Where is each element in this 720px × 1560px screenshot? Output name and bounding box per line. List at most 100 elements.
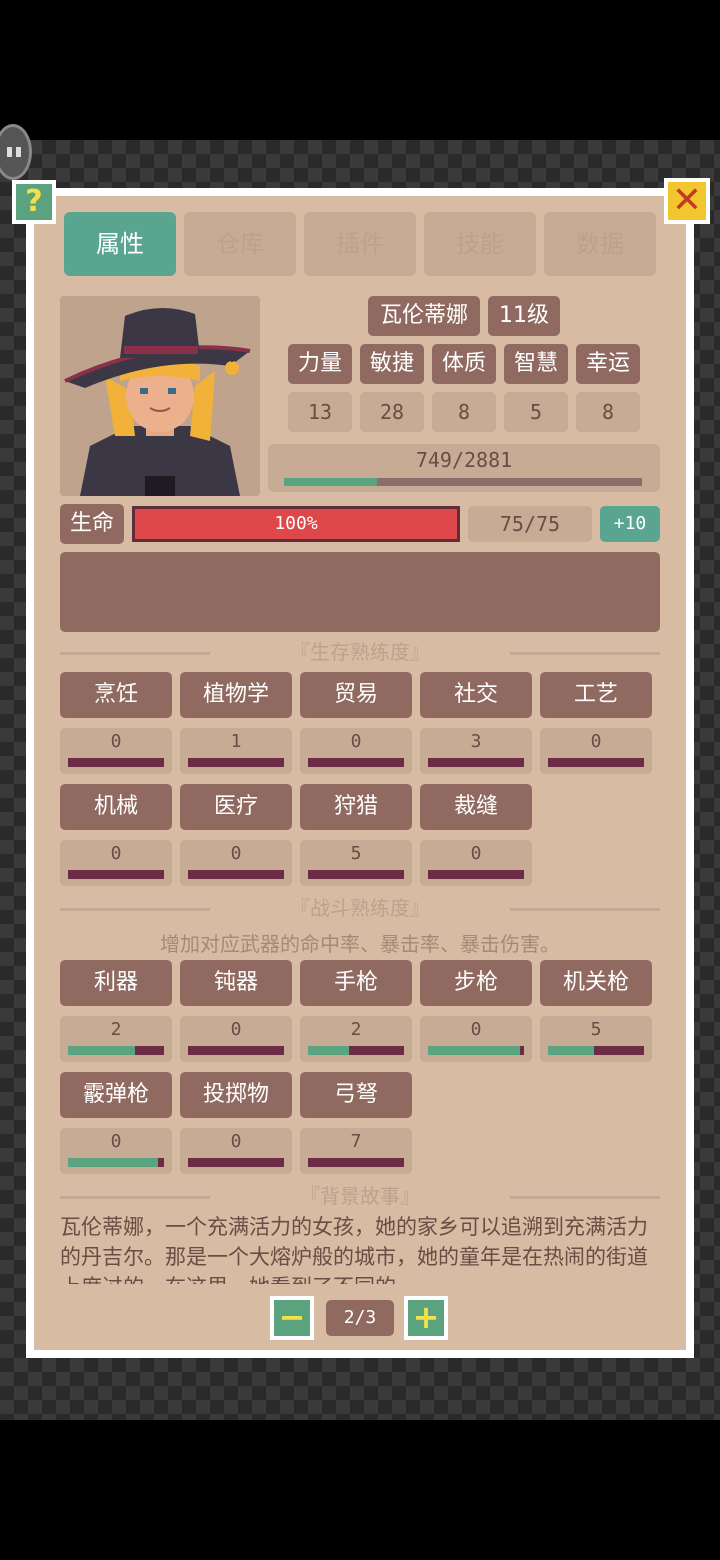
help-button[interactable]: ? — [12, 180, 56, 224]
survival-skill-value-box: 3 — [420, 728, 532, 774]
survival-skill-value-box: 0 — [540, 728, 652, 774]
combat-skill-value-box: 0 — [180, 1128, 292, 1174]
survival-skill-label[interactable]: 工艺 — [540, 672, 652, 718]
combat-skill-progress-bar — [68, 1046, 164, 1055]
combat-skill-label[interactable]: 利器 — [60, 960, 172, 1006]
combat-skill-value: 7 — [350, 1131, 362, 1152]
attr-value-wisdom: 5 — [504, 392, 568, 432]
survival-skill-progress-bar — [548, 758, 644, 767]
attr-value-agility: 28 — [360, 392, 424, 432]
survival-skill-value: 1 — [230, 731, 242, 752]
survival-skill-label[interactable]: 社交 — [420, 672, 532, 718]
survival-skill-value: 0 — [110, 843, 122, 864]
survival-skill-progress-bar — [308, 758, 404, 767]
survival-skill-label[interactable]: 贸易 — [300, 672, 412, 718]
health-bar: 100% — [132, 506, 460, 542]
combat-skill-label[interactable]: 机关枪 — [540, 960, 652, 1006]
combat-skill-progress-bar — [428, 1046, 524, 1055]
survival-skill-value: 0 — [590, 731, 602, 752]
tab-plugins[interactable]: 插件 — [304, 212, 416, 276]
combat-skill-value: 2 — [110, 1019, 122, 1040]
survival-skill-value: 5 — [350, 843, 362, 864]
experience-bar — [284, 478, 642, 486]
health-bonus: +10 — [600, 506, 660, 542]
close-button[interactable]: ✕ — [664, 178, 710, 224]
tab-storage[interactable]: 仓库 — [184, 212, 296, 276]
combat-skill-value: 2 — [350, 1019, 362, 1040]
survival-skill-progress-bar — [68, 758, 164, 767]
combat-skill-value-box: 5 — [540, 1016, 652, 1062]
close-icon: ✕ — [668, 182, 706, 220]
survival-skill-value: 0 — [110, 731, 122, 752]
combat-skill-progress-bar — [308, 1158, 404, 1167]
survival-skill-value-box: 0 — [60, 728, 172, 774]
survival-skill-label[interactable]: 狩猎 — [300, 784, 412, 830]
background-story-text[interactable]: 瓦伦蒂娜，一个充满活力的女孩，她的家乡可以追溯到充满活力的丹吉尔。那是一个大熔炉… — [60, 1212, 660, 1284]
combat-skill-progress-bar — [308, 1046, 404, 1055]
plus-icon: + — [408, 1300, 444, 1336]
combat-skill-value-box: 7 — [300, 1128, 412, 1174]
combat-skill-label[interactable]: 弓弩 — [300, 1072, 412, 1118]
attr-value-strength: 13 — [288, 392, 352, 432]
combat-title: 『战斗熟练度』 — [290, 896, 430, 920]
survival-skill-label[interactable]: 医疗 — [180, 784, 292, 830]
combat-skill-progress-fill — [68, 1046, 135, 1055]
combat-skill-label[interactable]: 钝器 — [180, 960, 292, 1006]
attr-label-luck: 幸运 — [576, 344, 640, 384]
combat-skill-value-box: 0 — [60, 1128, 172, 1174]
combat-skill-progress-fill — [548, 1046, 594, 1055]
combat-skill-progress-bar — [188, 1158, 284, 1167]
combat-skill-value-box: 2 — [60, 1016, 172, 1062]
tab-attributes[interactable]: 属性 — [64, 212, 176, 276]
survival-skill-progress-bar — [188, 758, 284, 767]
combat-skill-progress-fill — [428, 1046, 520, 1055]
survival-skill-progress-bar — [428, 758, 524, 767]
survival-skill-progress-bar — [188, 870, 284, 879]
health-label: 生命 — [60, 504, 124, 544]
attr-label-wisdom: 智慧 — [504, 344, 568, 384]
tab-data[interactable]: 数据 — [544, 212, 656, 276]
survival-skill-label[interactable]: 机械 — [60, 784, 172, 830]
combat-skill-label[interactable]: 投掷物 — [180, 1072, 292, 1118]
combat-skill-progress-fill — [308, 1046, 349, 1055]
next-page-button[interactable]: + — [404, 1296, 448, 1340]
character-level: 11级 — [488, 296, 560, 336]
survival-skill-label[interactable]: 裁缝 — [420, 784, 532, 830]
experience-text: 749/2881 — [415, 448, 513, 472]
combat-skill-value: 5 — [590, 1019, 602, 1040]
combat-divider: 『战斗熟练度』 — [60, 896, 660, 920]
page-indicator: 2/3 — [326, 1300, 394, 1336]
combat-skill-value: 0 — [110, 1131, 122, 1152]
combat-skill-progress-fill — [68, 1158, 158, 1167]
survival-skill-value-box: 0 — [420, 840, 532, 886]
combat-skill-progress-bar — [68, 1158, 164, 1167]
combat-skill-label[interactable]: 步枪 — [420, 960, 532, 1006]
combat-skill-value: 0 — [230, 1131, 242, 1152]
health-value: 75/75 — [468, 506, 592, 542]
survival-skill-value: 0 — [470, 843, 482, 864]
combat-skill-progress-bar — [188, 1046, 284, 1055]
combat-skill-value-box: 2 — [300, 1016, 412, 1062]
survival-skill-value-box: 1 — [180, 728, 292, 774]
previous-page-button[interactable]: − — [270, 1296, 314, 1340]
combat-skill-label[interactable]: 手枪 — [300, 960, 412, 1006]
character-portrait — [60, 296, 260, 496]
combat-skill-label[interactable]: 霰弹枪 — [60, 1072, 172, 1118]
combat-skill-value: 0 — [470, 1019, 482, 1040]
combat-skill-value-box: 0 — [420, 1016, 532, 1062]
tab-skills[interactable]: 技能 — [424, 212, 536, 276]
survival-skill-progress-bar — [428, 870, 524, 879]
survival-skill-label[interactable]: 烹饪 — [60, 672, 172, 718]
question-icon: ? — [16, 184, 52, 220]
survival-divider: 『生存熟练度』 — [60, 640, 660, 664]
survival-skill-value-box: 0 — [60, 840, 172, 886]
survival-skill-value-box: 0 — [180, 840, 292, 886]
survival-skill-value-box: 5 — [300, 840, 412, 886]
survival-skill-progress-bar — [308, 870, 404, 879]
attr-label-constitution: 体质 — [432, 344, 496, 384]
experience-bar-fill — [284, 478, 377, 486]
status-effects-panel — [60, 552, 660, 632]
survival-skill-label[interactable]: 植物学 — [180, 672, 292, 718]
attr-value-constitution: 8 — [432, 392, 496, 432]
survival-skill-value: 0 — [230, 843, 242, 864]
